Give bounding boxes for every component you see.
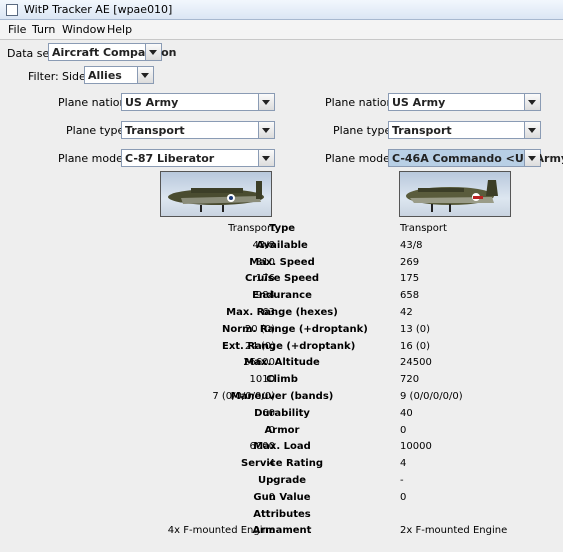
right-type-combo[interactable]: Transport — [388, 121, 541, 139]
side-value: Allies — [88, 69, 122, 82]
right-value: 4 — [400, 458, 407, 469]
right-value: 0 — [400, 425, 407, 436]
left-model-combo[interactable]: C-87 Liberator — [121, 149, 275, 167]
attribute-label: Gun Value — [253, 492, 311, 503]
left-model-value: C-87 Liberator — [125, 152, 215, 165]
chevron-down-icon[interactable] — [524, 94, 540, 110]
attribute-label: Service Rating — [241, 458, 323, 469]
chevron-down-icon[interactable] — [137, 67, 153, 83]
right-value: 175 — [400, 273, 420, 284]
chevron-down-icon[interactable] — [258, 94, 274, 110]
attribute-label: Durability — [254, 408, 310, 419]
window-icon — [6, 4, 18, 16]
attribute-label: Armor — [264, 425, 300, 436]
attribute-label: Ext. Range (+droptank) — [222, 341, 356, 352]
right-value: 658 — [400, 290, 420, 301]
right-value: 10000 — [400, 441, 432, 452]
right-value: 9 (0/0/0/0/0) — [400, 391, 463, 402]
right-value: - — [400, 475, 404, 486]
left-nation-label: Plane nation: — [58, 96, 131, 109]
left-model-label: Plane model: — [58, 152, 130, 165]
right-value: 43/8 — [400, 240, 423, 251]
attribute-label: Cruise Speed — [244, 273, 320, 284]
attribute-label: Max. Speed — [249, 257, 315, 268]
attribute-label: Endurance — [252, 290, 312, 301]
right-plane-image — [399, 171, 511, 217]
right-value: Transport — [400, 223, 447, 234]
attribute-label: Max. Load — [253, 441, 311, 452]
attribute-label: Max. Range (hexes) — [226, 307, 338, 318]
title-bar: WitP Tracker AE [wpae010] — [0, 0, 563, 20]
right-value: 2x F-mounted Engine — [400, 525, 508, 536]
menu-file[interactable]: File — [8, 23, 26, 36]
attribute-label: Type — [268, 223, 296, 234]
attribute-label: Max. Altitude — [244, 357, 320, 368]
dataset-combo[interactable]: Aircraft Comparison — [48, 43, 176, 61]
right-nation-value: US Army — [392, 96, 446, 109]
menu-help[interactable]: Help — [107, 23, 132, 36]
filter-label: Filter: — [28, 70, 59, 83]
right-type-label: Plane type: — [333, 124, 395, 137]
chevron-down-icon[interactable] — [258, 122, 274, 138]
right-value: 16 (0) — [400, 341, 431, 352]
right-nation-label: Plane nation: — [325, 96, 398, 109]
right-value: 24500 — [400, 357, 432, 368]
side-combo[interactable]: Allies — [84, 66, 154, 84]
right-value: 0 — [400, 492, 407, 503]
left-type-value: Transport — [125, 124, 185, 137]
right-value: 42 — [400, 307, 413, 318]
attribute-label: Norm. Range (+droptank) — [222, 324, 368, 335]
left-type-combo[interactable]: Transport — [121, 121, 275, 139]
right-model-combo[interactable]: C-46A Commando <US Army> — [388, 149, 563, 167]
right-value: 720 — [400, 374, 420, 385]
attribute-label: Attributes — [253, 509, 311, 520]
attribute-label: Climb — [266, 374, 298, 385]
left-nation-combo[interactable]: US Army — [121, 93, 275, 111]
attribute-label: Armament — [252, 525, 312, 536]
right-model-label: Plane model: — [325, 152, 397, 165]
attribute-label: Available — [256, 240, 308, 251]
right-type-value: Transport — [392, 124, 452, 137]
left-type-label: Plane type: — [66, 124, 128, 137]
right-value: 269 — [400, 257, 420, 268]
left-nation-value: US Army — [125, 96, 179, 109]
right-value: 13 (0) — [400, 324, 431, 335]
menu-bar: File Turn Window Help — [0, 20, 563, 40]
left-plane-image — [160, 171, 272, 217]
chevron-down-icon[interactable] — [145, 44, 161, 60]
menu-turn[interactable]: Turn — [32, 23, 55, 36]
menu-window[interactable]: Window — [62, 23, 105, 36]
right-value: 40 — [400, 408, 413, 419]
chevron-down-icon[interactable] — [524, 150, 540, 166]
attribute-label: Maneuver (bands) — [230, 391, 334, 402]
right-nation-combo[interactable]: US Army — [388, 93, 541, 111]
chevron-down-icon[interactable] — [258, 150, 274, 166]
chevron-down-icon[interactable] — [524, 122, 540, 138]
attribute-label: Upgrade — [257, 475, 307, 486]
window-title: WitP Tracker AE [wpae010] — [24, 3, 173, 16]
